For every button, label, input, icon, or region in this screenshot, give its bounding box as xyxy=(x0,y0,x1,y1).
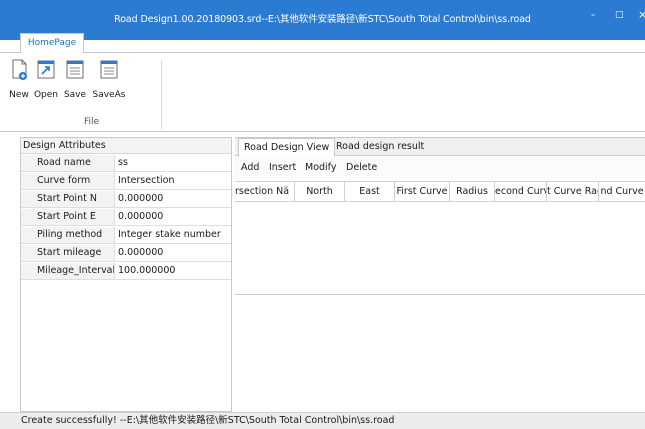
add-button[interactable]: Add xyxy=(241,162,259,173)
save-as-icon xyxy=(100,60,118,79)
modify-button[interactable]: Modify xyxy=(305,162,336,173)
attribute-value[interactable]: Integer stake number xyxy=(116,227,230,243)
attribute-value[interactable]: Intersection xyxy=(116,173,230,189)
attribute-row[interactable]: Start Point N 0.000000 xyxy=(21,191,231,208)
open-file-icon xyxy=(37,60,55,79)
attribute-value[interactable]: ss xyxy=(116,155,230,171)
tab-road-design-result[interactable]: Road design result xyxy=(331,138,429,156)
column-header[interactable]: East xyxy=(345,182,395,201)
insert-button[interactable]: Insert xyxy=(269,162,296,173)
maximize-button[interactable]: □ xyxy=(615,10,624,20)
attribute-row[interactable]: Mileage_Interval 100.000000 xyxy=(21,263,231,280)
save-label: Save xyxy=(63,90,87,100)
column-header[interactable]: econd Curv xyxy=(495,182,547,201)
tab-homepage[interactable]: HomePage xyxy=(20,33,84,53)
attribute-row[interactable]: Start mileage 0.000000 xyxy=(21,245,231,262)
attribute-value[interactable]: 0.000000 xyxy=(116,191,230,207)
attribute-row[interactable]: Start Point E 0.000000 xyxy=(21,209,231,226)
attribute-key: Start Point N xyxy=(21,191,115,207)
lower-view-area xyxy=(235,296,645,413)
attribute-key: Curve form xyxy=(21,173,115,189)
view-tabs: Road Design View Road design result xyxy=(235,138,645,157)
file-group-label: File xyxy=(84,117,100,127)
attribute-value[interactable]: 0.000000 xyxy=(116,209,230,225)
tab-road-design-view[interactable]: Road Design View xyxy=(238,138,336,157)
table-header: rsection Nä North East First Curve Radiu… xyxy=(235,181,645,202)
attribute-key: Road name xyxy=(21,155,115,171)
delete-button[interactable]: Delete xyxy=(346,162,377,173)
save-button[interactable]: Save xyxy=(62,58,88,106)
attribute-key: Start Point E xyxy=(21,209,115,225)
column-header[interactable]: North xyxy=(295,182,345,201)
attribute-row[interactable]: Curve form Intersection xyxy=(21,173,231,190)
title-bar: Road Design1.00.20180903.srd--E:\其他软件安装路… xyxy=(0,0,645,40)
close-button[interactable]: × xyxy=(638,8,645,21)
attribute-key: Start mileage xyxy=(21,245,115,261)
column-header[interactable]: rsection Nä xyxy=(235,182,295,201)
new-file-icon xyxy=(12,59,27,80)
attribute-key: Mileage_Interval xyxy=(21,263,115,279)
road-design-panel: Road Design View Road design result Add … xyxy=(235,137,645,413)
status-bar: Create successfully! --E:\其他软件安装路径\新STC\… xyxy=(0,412,645,429)
open-button[interactable]: Open xyxy=(32,58,60,106)
design-attributes-panel: Design Attributes Road name ss Curve for… xyxy=(20,137,232,412)
ribbon: New Open Save SaveAs File xyxy=(0,52,645,132)
save-as-label: SaveAs xyxy=(92,90,126,100)
grid-toolbar: Add Insert Modify Delete xyxy=(235,157,645,179)
new-label: New xyxy=(9,90,29,100)
data-grid-body[interactable] xyxy=(235,202,645,295)
design-attributes-title: Design Attributes xyxy=(21,138,231,154)
open-label: Open xyxy=(33,90,59,100)
new-button[interactable]: New xyxy=(6,58,32,106)
window-title: Road Design1.00.20180903.srd--E:\其他软件安装路… xyxy=(114,14,531,25)
column-header[interactable]: Radius xyxy=(450,182,495,201)
attribute-row[interactable]: Piling method Integer stake number xyxy=(21,227,231,244)
attribute-value[interactable]: 100.000000 xyxy=(116,263,230,279)
column-header[interactable]: t Curve Rac xyxy=(547,182,599,201)
column-header[interactable]: nd Curve xyxy=(599,182,645,201)
attribute-row[interactable]: Road name ss xyxy=(21,155,231,172)
minimize-button[interactable]: - xyxy=(591,8,595,21)
column-header[interactable]: First Curve xyxy=(395,182,450,201)
attribute-value[interactable]: 0.000000 xyxy=(116,245,230,261)
save-as-button[interactable]: SaveAs xyxy=(91,58,127,106)
save-icon xyxy=(66,60,84,79)
ribbon-group-divider xyxy=(161,61,162,129)
attribute-key: Piling method xyxy=(21,227,115,243)
